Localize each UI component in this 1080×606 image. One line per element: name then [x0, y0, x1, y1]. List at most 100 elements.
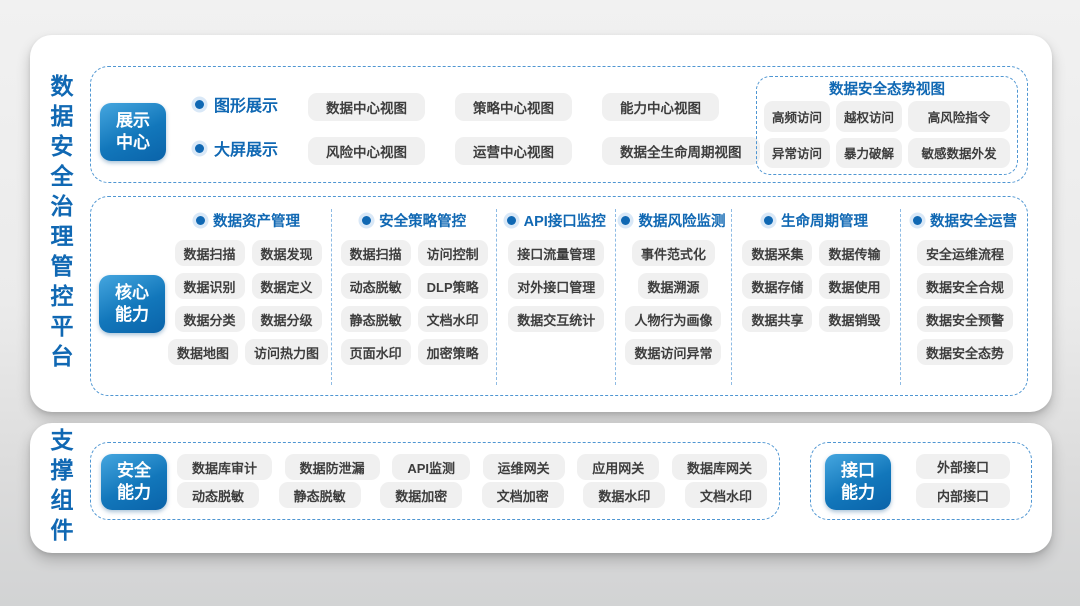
- security-pill: 文档水印: [685, 482, 767, 508]
- core-column-header-label: 数据安全运营: [930, 210, 1017, 231]
- core-column-header: 数据资产管理: [196, 209, 300, 231]
- capability-pill: 访问热力图: [245, 339, 328, 365]
- core-column-header: 数据安全运营: [913, 209, 1017, 231]
- security-pill: 数据库网关: [672, 454, 767, 480]
- core-pill-row: 数据安全合规: [917, 273, 1013, 299]
- core-column: 安全策略管控数据扫描访问控制动态脱敏DLP策略静态脱敏文档水印页面水印加密策略: [332, 209, 497, 385]
- view-button: 策略中心视图: [455, 93, 572, 121]
- capability-pill: 数据分级: [252, 306, 322, 332]
- core-pill-row: 人物行为画像: [625, 306, 721, 332]
- display-center-panel: 展示中心 图形展示大屏展示 数据中心视图策略中心视图能力中心视图 风险中心视图运…: [90, 66, 1028, 183]
- capability-pill: 数据存储: [742, 273, 812, 299]
- platform-card: 数据安全治理管控平台 展示中心 图形展示大屏展示 数据中心视图策略中心视图能力中…: [30, 35, 1052, 412]
- view-button: 数据全生命周期视图: [602, 137, 760, 165]
- core-column-header-bullet-icon: [764, 216, 773, 225]
- security-pill: 动态脱敏: [177, 482, 259, 508]
- views-row-1: 数据中心视图策略中心视图能力中心视图: [308, 93, 719, 121]
- capability-pill: 数据使用: [819, 273, 889, 299]
- core-pill-row: 动态脱敏DLP策略: [341, 273, 488, 299]
- capability-pill: 数据扫描: [175, 240, 245, 266]
- display-bullet-list: 图形展示大屏展示: [195, 93, 278, 159]
- capability-pill: 页面水印: [341, 339, 411, 365]
- display-bullet-label: 大屏展示: [214, 136, 278, 160]
- core-column-header-label: 生命周期管理: [781, 210, 868, 231]
- core-pill-row: 接口流量管理: [508, 240, 604, 266]
- interface-pill: 外部接口: [916, 454, 1010, 479]
- capability-pill: 动态脱敏: [341, 273, 411, 299]
- core-pill-row: 事件范式化: [632, 240, 715, 266]
- core-column-header-bullet-icon: [621, 216, 630, 225]
- capability-pill: 数据地图: [168, 339, 238, 365]
- security-pill: 数据库审计: [177, 454, 272, 480]
- core-columns: 数据资产管理数据扫描数据发现数据识别数据定义数据分类数据分级数据地图访问热力图安…: [165, 209, 1021, 385]
- platform-title: 数据安全治理管控平台: [38, 35, 82, 412]
- situation-pill: 高频访问: [764, 101, 830, 132]
- capability-pill: 静态脱敏: [341, 306, 411, 332]
- core-column: 生命周期管理数据采集数据传输数据存储数据使用数据共享数据销毁: [732, 209, 901, 385]
- security-pill: 静态脱敏: [279, 482, 361, 508]
- core-column-header: 生命周期管理: [764, 209, 868, 231]
- core-pill-row: 数据存储数据使用: [742, 273, 889, 299]
- security-pill: 数据加密: [380, 482, 462, 508]
- capability-pill: 数据扫描: [341, 240, 411, 266]
- interface-capability-badge: 接口能力: [825, 454, 891, 510]
- capability-pill: 加密策略: [418, 339, 488, 365]
- view-button: 数据中心视图: [308, 93, 425, 121]
- core-pill-row: 数据访问异常: [625, 339, 721, 365]
- core-capability-badge: 核心能力: [99, 275, 165, 333]
- capability-pill: 数据发现: [252, 240, 322, 266]
- capability-pill: 数据溯源: [638, 273, 708, 299]
- capability-pill: 文档水印: [418, 306, 488, 332]
- display-bullet-bullet-icon: [195, 100, 204, 109]
- security-pill: 数据水印: [583, 482, 665, 508]
- security-pill: 应用网关: [577, 454, 659, 480]
- capability-pill: 接口流量管理: [508, 240, 604, 266]
- core-pill-row: 数据安全预警: [917, 306, 1013, 332]
- security-pill: API监测: [392, 454, 470, 480]
- core-column-header-label: 数据风险监测: [638, 210, 725, 231]
- capability-pill: 数据识别: [175, 273, 245, 299]
- security-pill-rows: 数据库审计数据防泄漏API监测运维网关应用网关数据库网关动态脱敏静态脱敏数据加密…: [177, 454, 767, 508]
- situation-pill: 异常访问: [764, 138, 830, 169]
- capability-pill: 数据采集: [742, 240, 812, 266]
- core-pill-row: 数据扫描访问控制: [341, 240, 488, 266]
- capability-pill: 事件范式化: [632, 240, 715, 266]
- core-pill-row: 数据采集数据传输: [742, 240, 889, 266]
- display-bullet-bullet-icon: [195, 144, 204, 153]
- display-center-badge: 展示中心: [100, 103, 166, 161]
- core-column-header-label: API接口监控: [524, 210, 606, 231]
- display-bullet: 图形展示: [195, 93, 278, 115]
- capability-pill: 数据安全预警: [917, 306, 1013, 332]
- capability-pill: 数据访问异常: [625, 339, 721, 365]
- core-column-header-bullet-icon: [507, 216, 516, 225]
- interface-capability-panel: 接口能力 外部接口内部接口: [810, 442, 1032, 520]
- situation-view-box: 数据安全态势视图 高频访问越权访问高风险指令异常访问暴力破解敏感数据外发: [756, 76, 1018, 175]
- capability-pill: 访问控制: [418, 240, 488, 266]
- situation-pill: 高风险指令: [908, 101, 1010, 132]
- capability-pill: 数据共享: [742, 306, 812, 332]
- core-column: 数据资产管理数据扫描数据发现数据识别数据定义数据分类数据分级数据地图访问热力图: [165, 209, 332, 385]
- core-pill-row: 数据分类数据分级: [175, 306, 322, 332]
- situation-pill: 敏感数据外发: [908, 138, 1010, 169]
- display-bullet-label: 图形展示: [214, 92, 278, 116]
- core-pill-row: 数据安全态势: [917, 339, 1013, 365]
- core-column-header-bullet-icon: [362, 216, 371, 225]
- core-column-header: API接口监控: [507, 209, 606, 231]
- capability-pill: 数据交互统计: [508, 306, 604, 332]
- security-pill-row: 动态脱敏静态脱敏数据加密文档加密数据水印文档水印: [177, 482, 767, 508]
- security-pill: 文档加密: [482, 482, 564, 508]
- security-capability-badge: 安全能力: [101, 454, 167, 510]
- support-title: 支撑组件: [38, 423, 82, 553]
- view-button: 运营中心视图: [455, 137, 572, 165]
- core-column: API接口监控接口流量管理对外接口管理数据交互统计: [497, 209, 616, 385]
- core-column: 数据风险监测事件范式化数据溯源人物行为画像数据访问异常: [616, 209, 732, 385]
- security-pill-row: 数据库审计数据防泄漏API监测运维网关应用网关数据库网关: [177, 454, 767, 480]
- core-pill-row: 数据扫描数据发现: [175, 240, 322, 266]
- core-pill-row: 静态脱敏文档水印: [341, 306, 488, 332]
- core-pill-row: 安全运维流程: [917, 240, 1013, 266]
- core-column: 数据安全运营安全运维流程数据安全合规数据安全预警数据安全态势: [901, 209, 1029, 385]
- views-row-2: 风险中心视图运营中心视图数据全生命周期视图: [308, 137, 760, 165]
- core-pill-row: 对外接口管理: [508, 273, 604, 299]
- core-pill-row: 数据地图访问热力图: [168, 339, 328, 365]
- capability-pill: 数据定义: [252, 273, 322, 299]
